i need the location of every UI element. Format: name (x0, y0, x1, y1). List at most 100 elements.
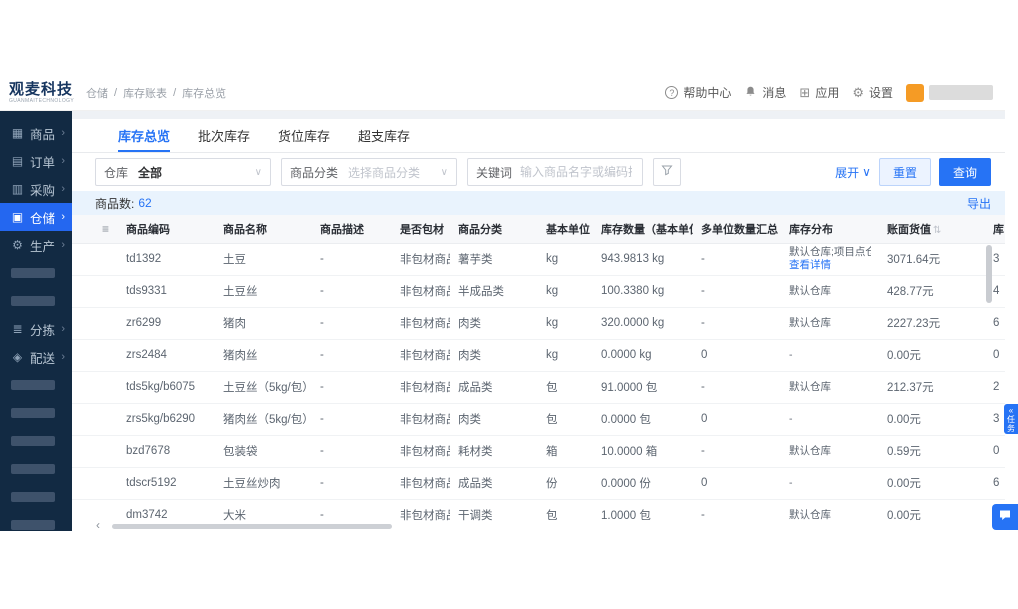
scroll-left-arrow[interactable]: ‹ (96, 519, 100, 531)
screenshot-canvas: 观麦科技 GUANMAITECHNOLOGY 仓储 / 库存账表 / 库存总览 … (0, 0, 1018, 609)
chevron-down-icon: ∨ (254, 166, 262, 178)
sidebar-item-redacted[interactable] (0, 259, 72, 287)
task-panel-tab[interactable]: « 任务 (1004, 404, 1018, 434)
cell-name: 包装袋 (215, 435, 312, 468)
reset-button[interactable]: 重置 (878, 158, 931, 186)
vertical-scrollbar-thumb[interactable] (986, 245, 992, 303)
sort-icon[interactable]: ⇅ (933, 225, 941, 236)
search-button[interactable]: 查询 (938, 158, 991, 186)
cell-unit: 箱 (538, 435, 593, 468)
sidebar-item-redacted[interactable] (0, 287, 72, 315)
sidebar-item-warehouse[interactable]: ▣ 仓储 › (0, 203, 72, 231)
sidebar-item-redacted[interactable] (0, 371, 72, 399)
filter-actions: 展开 ∨ 重置 查询 (835, 158, 991, 186)
sidebar-item-label: 商品 (30, 127, 56, 142)
cell-value: 2227.23元 (879, 307, 985, 340)
cell-multi: - (693, 307, 781, 340)
sorting-icon: ≣ (12, 322, 23, 336)
table-row: zrs5kg/b6290 猪肉丝（5kg/包） - 非包材商品 肉类 包 0.0… (72, 403, 1005, 436)
col-multi-unit: 多单位数量汇总 (693, 215, 781, 244)
sidebar-item-sorting[interactable]: ≣ 分拣 › (0, 315, 72, 343)
cell-value: 428.77元 (879, 275, 985, 308)
tab-slot-inventory[interactable]: 货位库存 (278, 119, 330, 152)
table-row: tds9331 土豆丝 - 非包材商品 半成品类 kg 100.3380 kg … (72, 275, 1005, 308)
cell-unit: kg (538, 339, 593, 372)
chevron-down-icon: ∨ (862, 165, 871, 179)
col-desc: 商品描述 (312, 215, 392, 244)
sidebar-item-production[interactable]: ⚙ 生产 › (0, 231, 72, 259)
cell-packaging: 非包材商品 (392, 467, 450, 500)
cell-packaging: 非包材商品 (392, 435, 450, 468)
cell-value: 0.00元 (879, 467, 985, 500)
tab-overdraft-inventory[interactable]: 超支库存 (358, 119, 410, 152)
warehouse-icon: ▣ (11, 210, 24, 224)
customer-service-button[interactable] (992, 504, 1018, 530)
cell-name: 土豆 (215, 243, 312, 276)
keyword-input[interactable] (520, 165, 633, 179)
sidebar-item-purchase[interactable]: ▥ 采购 › (0, 175, 72, 203)
breadcrumb-warehouse[interactable]: 仓储 (86, 85, 108, 101)
settings-button[interactable]: ⚙ 设置 (852, 84, 893, 101)
cell-category: 肉类 (450, 307, 538, 340)
table-row: tdscr5192 土豆丝炒肉 - 非包材商品 成品类 份 0.0000 份 0… (72, 467, 1005, 500)
sidebar-item-redacted[interactable] (0, 483, 72, 511)
collapse-icon: « (1008, 405, 1014, 415)
sidebar-item-products[interactable]: ▦ 商品 › (0, 119, 72, 147)
sidebar-item-redacted[interactable] (0, 427, 72, 455)
help-center-button[interactable]: ? 帮助中心 (665, 84, 731, 101)
cell-unit: kg (538, 275, 593, 308)
cell-value: 0.00元 (879, 403, 985, 436)
cell-unit: kg (538, 243, 593, 276)
cell-qty: 943.9813 kg (593, 243, 693, 276)
tab-inventory-overview[interactable]: 库存总览 (118, 119, 171, 152)
cell-partial: 2 (985, 371, 1005, 404)
task-tab-label: 任务 (1007, 414, 1015, 433)
sidebar-item-label: 分拣 (30, 323, 56, 338)
cell-multi: - (693, 435, 781, 468)
cell-code: tds9331 (118, 275, 215, 308)
sidebar-item-delivery[interactable]: ◈ 配送 › (0, 343, 72, 371)
col-distribution: 库存分布 (781, 215, 879, 244)
export-link[interactable]: 导出 (967, 195, 991, 212)
sidebar-item-redacted[interactable] (0, 511, 72, 531)
cell-multi: - (693, 371, 781, 404)
cell-category: 肉类 (450, 339, 538, 372)
view-details-link[interactable]: 查看详情 (789, 259, 871, 272)
cell-qty: 0.0000 kg (593, 339, 693, 372)
sidebar-item-label: 订单 (30, 155, 56, 170)
warehouse-select[interactable]: 仓库 全部 ∨ (95, 158, 271, 186)
column-settings-icon[interactable]: ≡ (102, 222, 109, 236)
chevron-right-icon: › (61, 239, 65, 251)
breadcrumb-separator: / (173, 86, 177, 99)
cell-packaging: 非包材商品 (392, 307, 450, 340)
filter-bar: 仓库 全部 ∨ 商品分类 选择商品分类 ∨ 关键词 输入商品名字或编码搜索 展开… (72, 153, 1005, 191)
keyword-field[interactable]: 关键词 (467, 158, 643, 186)
products-icon: ▦ (11, 126, 24, 140)
sidebar-item-redacted[interactable] (0, 455, 72, 483)
col-packaging: 是否包材 (392, 215, 450, 244)
production-icon: ⚙ (12, 238, 23, 252)
cell-packaging: 非包材商品 (392, 499, 450, 523)
warehouse-value: 全部 (138, 165, 163, 180)
sidebar-item-orders[interactable]: ▤ 订单 › (0, 147, 72, 175)
topbar: 观麦科技 GUANMAITECHNOLOGY 仓储 / 库存账表 / 库存总览 … (0, 75, 1005, 111)
cell-category: 干调类 (450, 499, 538, 523)
cell-distribution: 默认仓库 (781, 307, 879, 340)
apps-button[interactable]: ⊞ 应用 (799, 84, 839, 101)
user-account[interactable] (906, 83, 993, 102)
expand-link[interactable]: 展开 ∨ (835, 164, 871, 181)
inventory-table: ≡ 商品编码 商品名称 商品描述 是否包材 商品分类 基本单位 库存数量（基本单… (72, 215, 1005, 523)
cell-unit: 包 (538, 499, 593, 523)
tab-batch-inventory[interactable]: 批次库存 (198, 119, 250, 152)
main-area: 库存总览 批次库存 货位库存 超支库存 仓库 全部 ∨ 商品分类 选择商品分类 … (72, 111, 1005, 531)
cell-category: 耗材类 (450, 435, 538, 468)
category-select[interactable]: 商品分类 选择商品分类 ∨ (281, 158, 457, 186)
cell-desc: - (312, 243, 392, 276)
messages-button[interactable]: 消息 (744, 84, 786, 101)
cell-code: td1392 (118, 243, 215, 276)
sidebar: ▦ 商品 › ▤ 订单 › ▥ 采购 › ▣ 仓储 › ⚙ 生产 › ≣ 分拣 … (0, 111, 72, 531)
filter-funnel-button[interactable] (653, 158, 681, 186)
sidebar-item-redacted[interactable] (0, 399, 72, 427)
breadcrumb-ledger[interactable]: 库存账表 (123, 85, 167, 101)
horizontal-scrollbar-thumb[interactable] (112, 524, 392, 529)
